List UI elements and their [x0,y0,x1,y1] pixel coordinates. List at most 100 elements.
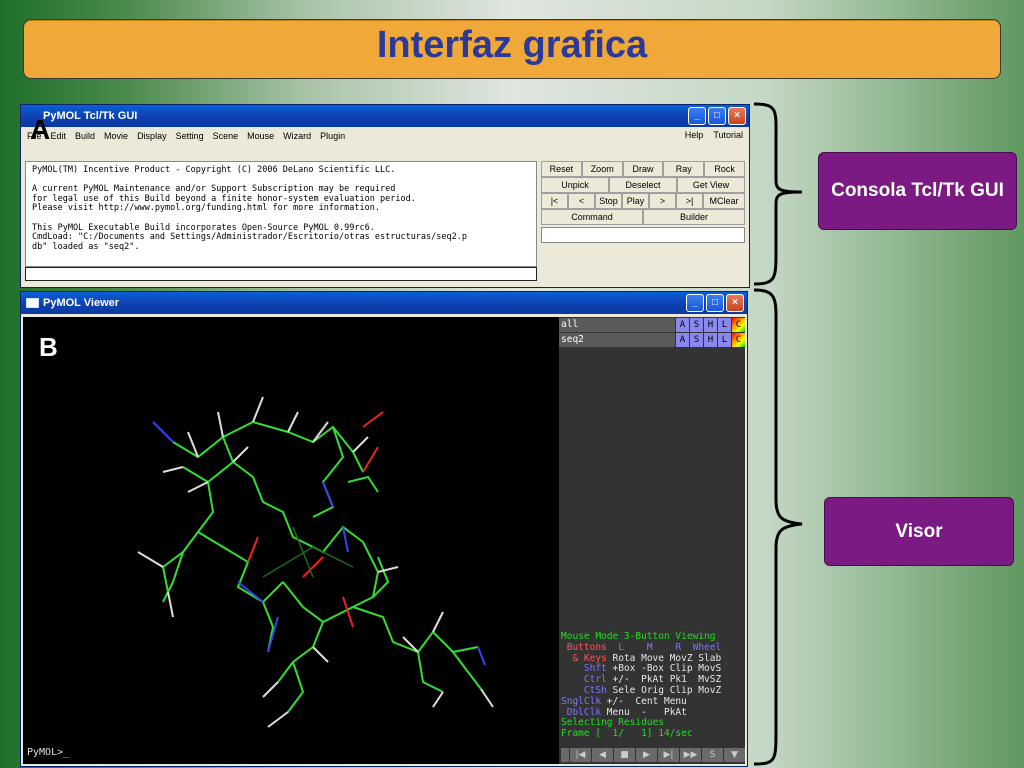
first-frame-button[interactable]: |< [541,193,568,209]
zoom-button[interactable]: Zoom [581,161,623,177]
keys-row: Rota Move MovZ Slab [612,652,722,664]
stop-button[interactable]: Stop [595,193,622,209]
mouse-mode-panel[interactable]: Mouse Mode 3-Button Viewing Buttons L M … [561,631,745,740]
mod-actions: Sele Orig Clip MovZ [612,684,722,696]
viewer-title-bar[interactable]: PyMOL Viewer _ □ × [21,292,747,314]
pymol-prompt[interactable]: PyMOL>_ [27,747,69,758]
brace-annotations [753,102,803,766]
action-button[interactable]: A [676,333,689,347]
brace-visor [753,288,803,766]
mod-actions: Menu - PkAt [606,706,687,718]
builder-button[interactable]: Builder [643,209,745,225]
brace-consola [753,102,803,286]
prev-frame-button[interactable]: < [568,193,595,209]
object-row-seq2[interactable]: seq2 A S H L C [559,333,745,347]
close-icon[interactable]: × [728,107,746,125]
draw-button[interactable]: Draw [622,161,664,177]
hide-button[interactable]: H [704,333,717,347]
end-icon[interactable]: ▶▶ [680,748,701,762]
rewind-icon[interactable]: |◀ [570,748,591,762]
maximize-icon[interactable]: □ [708,107,726,125]
scene-button[interactable]: S [702,748,723,762]
label-button[interactable]: L [718,333,731,347]
slide-title: Interfaz grafica [376,24,648,66]
tk-title-bar[interactable]: PyMOL Tcl/Tk GUI _ □ × [21,105,749,127]
ray-button[interactable]: Ray [663,161,705,177]
menu-build[interactable]: Build [75,131,95,141]
col-m: M [646,641,653,653]
consola-annotation-text: Consola Tcl/Tk GUI [831,180,1004,201]
col-r: R [675,641,682,653]
object-row-all[interactable]: all A S H L C [559,318,745,332]
play-icon[interactable]: ▶ [636,748,657,762]
tk-console-output: PyMOL(TM) Incentive Product - Copyright … [25,161,537,267]
keys-label: & Keys [561,652,607,664]
col-l: L [618,641,624,653]
mod-actions: +/- Cent Menu [606,695,687,707]
tk-gui-window: PyMOL Tcl/Tk GUI _ □ × File Edit Build M… [20,104,750,288]
menu-tutorial[interactable]: Tutorial [713,130,743,140]
unpick-button[interactable]: Unpick [541,177,609,193]
show-button[interactable]: S [690,333,703,347]
menu-display[interactable]: Display [137,131,167,141]
menu-plugin[interactable]: Plugin [320,131,345,141]
show-button[interactable]: S [690,318,703,332]
last-frame-button[interactable]: >| [676,193,703,209]
maximize-icon[interactable]: □ [706,294,724,312]
mod-key: SnglClk [561,695,602,707]
stop-icon[interactable]: ■ [614,748,635,762]
color-button[interactable]: C [732,318,745,332]
object-name[interactable]: seq2 [559,333,675,347]
tk-menubar: File Edit Build Movie Display Setting Sc… [21,127,749,145]
rock-button[interactable]: Rock [704,161,745,177]
molecule-stick-model [137,396,494,728]
next-frame-button[interactable]: > [649,193,676,209]
get-view-button[interactable]: Get View [677,177,745,193]
console-line: db" loaded as "seq2". [32,241,140,252]
mclear-button[interactable]: MClear [703,193,745,209]
mod-key: CtSh [561,684,607,696]
molecule-render-area[interactable]: PyMOL>_ [23,317,559,764]
minimize-icon[interactable]: _ [686,294,704,312]
visor-annotation-text: Visor [895,520,943,542]
deselect-button[interactable]: Deselect [609,177,677,193]
close-icon[interactable]: × [726,294,744,312]
visor-annotation-box: Visor [824,497,1014,566]
window-icon [26,298,39,308]
forward-icon[interactable]: ▶| [658,748,679,762]
object-name[interactable]: all [559,318,675,332]
pymol-viewer-window: PyMOL Viewer _ □ × PyMOL>_ B all A S H L… [20,291,748,767]
menu-setting[interactable]: Setting [176,131,204,141]
viewer-window-title: PyMOL Viewer [43,297,120,309]
action-button[interactable]: A [676,318,689,332]
label-b: B [39,332,58,362]
mod-key: DblClk [561,706,602,718]
menu-edit[interactable]: Edit [51,131,67,141]
console-line: PyMOL(TM) Incentive Product - Copyright … [32,165,396,175]
mod-actions: +Box -Box Clip MovS [612,663,722,675]
color-button[interactable]: C [732,333,745,347]
mod-actions: +/- PkAt Pk1 MvSZ [612,674,722,686]
menu-scene[interactable]: Scene [213,131,239,141]
label-button[interactable]: L [718,318,731,332]
command-input[interactable] [25,267,537,281]
reset-button[interactable]: Reset [541,161,582,177]
menu-wizard[interactable]: Wizard [283,131,311,141]
minimize-icon[interactable]: _ [688,107,706,125]
label-a: A [30,114,51,145]
menu-mouse[interactable]: Mouse [247,131,274,141]
mod-key: Ctrl [561,674,607,686]
dropdown-icon[interactable]: ▼ [724,748,745,762]
play-button[interactable]: Play [622,193,649,209]
menu-movie[interactable]: Movie [104,131,128,141]
hide-button[interactable]: H [704,318,717,332]
object-panel: all A S H L C seq2 A S H L C Mouse Mode … [559,317,745,764]
menu-help[interactable]: Help [685,130,704,140]
buttons-label: Buttons [561,641,607,653]
command-button[interactable]: Command [541,209,643,225]
back-icon[interactable]: ◀ [592,748,613,762]
console-line: Please visit http://www.pymol.org/fundin… [32,203,380,214]
frame-divider [561,748,569,762]
consola-annotation-box: Consola Tcl/Tk GUI [818,152,1017,230]
status-entry[interactable] [541,227,745,243]
